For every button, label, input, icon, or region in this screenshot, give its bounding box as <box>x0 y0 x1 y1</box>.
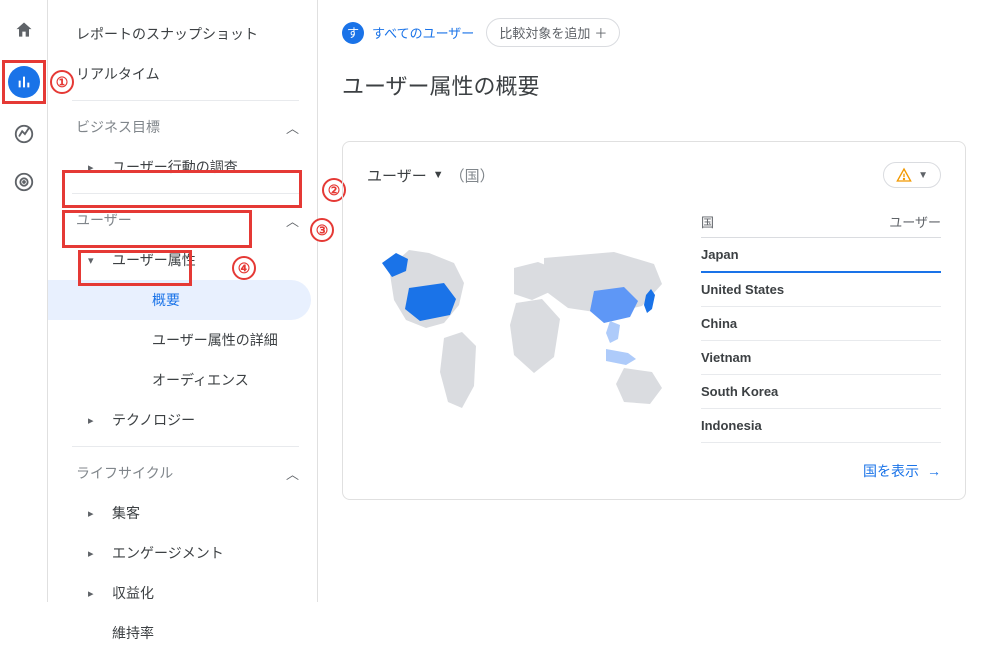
caret-down-icon: ▼ <box>433 169 444 181</box>
arrow-right-icon: ▸ <box>88 414 98 427</box>
nav-label: テクノロジー <box>112 410 195 430</box>
plus-icon: ＋ <box>594 23 607 42</box>
table-row[interactable]: Vietnam <box>701 341 941 375</box>
col-country: 国 <box>701 212 714 231</box>
nav-user-attributes[interactable]: ▾ ユーザー属性 <box>48 240 317 280</box>
table-row[interactable]: Indonesia <box>701 409 941 443</box>
chevron-up-icon: ︿ <box>286 118 299 137</box>
nav-acquisition[interactable]: ▸ 集客 <box>48 493 317 533</box>
nav-monetization[interactable]: ▸ 収益化 <box>48 573 317 613</box>
geo-map <box>367 212 681 443</box>
table-row[interactable]: Japan <box>701 238 941 273</box>
arrow-down-icon: ▾ <box>88 254 98 267</box>
nav-label: ビジネス目標 <box>76 117 160 137</box>
nav-engagement[interactable]: ▸ エンゲージメント <box>48 533 317 573</box>
nav-label: ユーザー行動の調査 <box>112 157 238 177</box>
add-comparison-button[interactable]: 比較対象を追加 ＋ <box>486 18 620 47</box>
home-icon[interactable] <box>12 18 36 42</box>
advertising-icon[interactable] <box>12 170 36 194</box>
arrow-right-icon: ▸ <box>88 547 98 560</box>
nav-label: 集客 <box>112 503 140 523</box>
data-quality-button[interactable]: ▼ <box>883 162 941 188</box>
nav-retention[interactable]: ▸ 維持率 <box>48 613 317 653</box>
arrow-right-icon: ▸ <box>88 161 98 174</box>
nav-user-behavior[interactable]: ▸ ユーザー行動の調査 <box>48 147 317 187</box>
dimension-label: （国） <box>450 165 495 186</box>
nav-realtime[interactable]: リアルタイム <box>48 54 317 94</box>
link-label: 国を表示 <box>863 461 919 481</box>
nav-report-snapshot[interactable]: レポートのスナップショット <box>48 14 317 54</box>
nav-label: ユーザー <box>76 210 132 230</box>
nav-user[interactable]: ユーザー ︿ <box>48 200 317 240</box>
nav-label: 概要 <box>108 290 180 310</box>
metric-label: ユーザー <box>367 165 427 186</box>
filter-all-users[interactable]: す すべてのユーザー <box>342 22 474 44</box>
nav-label: 維持率 <box>112 623 154 643</box>
nav-label: エンゲージメント <box>112 543 224 563</box>
chevron-up-icon: ︿ <box>286 464 299 483</box>
explore-icon[interactable] <box>12 122 36 146</box>
filter-label: すべてのユーザー <box>372 23 474 42</box>
nav-overview[interactable]: 概要 <box>48 280 311 320</box>
arrow-right-icon: ▸ <box>88 587 98 600</box>
nav-label: ライフサイクル <box>76 463 173 483</box>
page-title: ユーザー属性の概要 <box>342 69 966 101</box>
nav-user-attr-detail[interactable]: ユーザー属性の詳細 <box>48 320 317 360</box>
nav-audience[interactable]: オーディエンス <box>48 360 317 400</box>
view-countries-link[interactable]: 国を表示 → <box>863 461 941 481</box>
nav-lifecycle[interactable]: ライフサイクル ︿ <box>48 453 317 493</box>
nav-label: 収益化 <box>112 583 154 603</box>
warning-icon <box>896 167 912 183</box>
arrow-right-icon: ▸ <box>88 507 98 520</box>
nav-label: オーディエンス <box>108 370 249 390</box>
nav-business-goals[interactable]: ビジネス目標 ︿ <box>48 107 317 147</box>
table-row[interactable]: United States <box>701 273 941 307</box>
arrow-right-icon: → <box>927 463 941 479</box>
country-users-card: ユーザー ▼ （国） ▼ <box>342 141 966 500</box>
metric-dimension-selector[interactable]: ユーザー ▼ （国） <box>367 165 495 186</box>
table-row[interactable]: South Korea <box>701 375 941 409</box>
nav-technology[interactable]: ▸ テクノロジー <box>48 400 317 440</box>
reports-icon[interactable] <box>8 66 40 98</box>
user-badge-icon: す <box>342 22 364 44</box>
nav-label: ユーザー属性の詳細 <box>108 330 278 350</box>
chip-label: 比較対象を追加 <box>499 23 590 42</box>
chevron-up-icon: ︿ <box>286 211 299 230</box>
caret-down-icon: ▼ <box>918 170 928 181</box>
nav-label: ユーザー属性 <box>112 250 196 270</box>
col-users: ユーザー <box>889 212 941 231</box>
country-table: 国 ユーザー Japan United States China Vietnam… <box>701 212 941 443</box>
table-row[interactable]: China <box>701 307 941 341</box>
